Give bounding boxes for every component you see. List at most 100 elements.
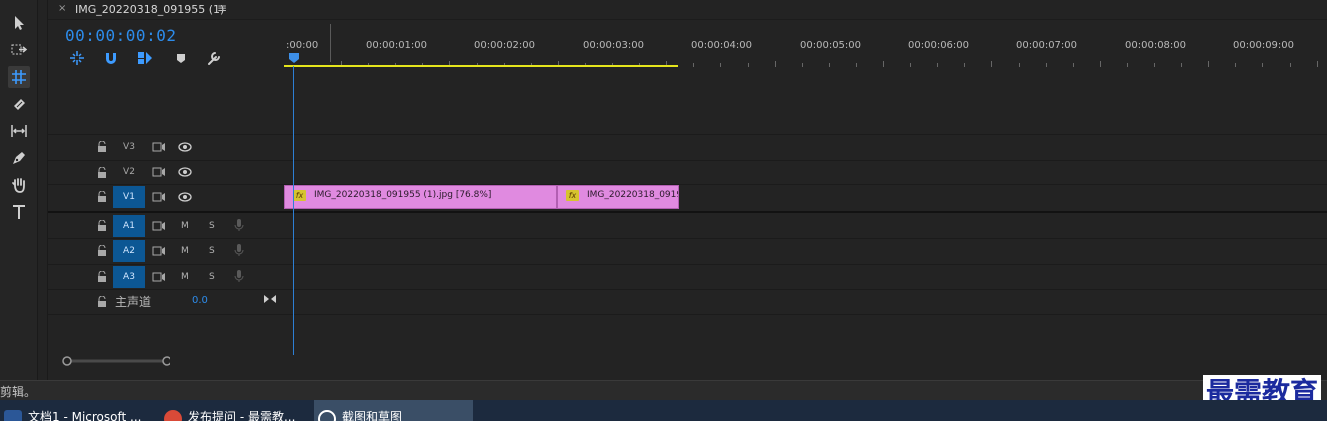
lock-icon[interactable] — [97, 296, 107, 307]
tab-menu-button[interactable]: ≡ — [217, 1, 227, 15]
ruler-tick — [883, 61, 884, 67]
lock-icon[interactable] — [97, 167, 107, 178]
razor-tool-icon[interactable] — [8, 93, 30, 115]
microphone-icon[interactable] — [232, 244, 246, 256]
track-name[interactable]: V3 — [113, 136, 145, 158]
ruler-tick — [693, 63, 695, 67]
word-icon — [4, 410, 22, 421]
eye-icon[interactable] — [178, 166, 192, 178]
ruler-tick — [1099, 61, 1101, 67]
ruler-label: 00:00:03:00 — [583, 40, 645, 51]
sync-lock-icon[interactable] — [152, 191, 166, 203]
status-text: 剪辑。 — [0, 385, 37, 399]
ruler-tick — [720, 63, 722, 67]
eye-icon[interactable] — [178, 141, 192, 153]
clip-1[interactable]: fx IMG_20220318_091955 (1).jpg [76.8%] — [284, 185, 557, 209]
ruler-label: 00:00:09:00 — [1233, 40, 1295, 51]
work-area-bar[interactable] — [284, 65, 678, 67]
lock-icon[interactable] — [97, 220, 107, 231]
ruler-label: 00:00:07:00 — [1016, 40, 1078, 51]
track-name[interactable]: V1 — [113, 186, 145, 208]
track-header-master: 主声道 0.0 — [48, 290, 284, 314]
track-header-v2: V2 — [48, 161, 284, 185]
track-name[interactable]: V2 — [113, 161, 145, 183]
ruler-tick — [1208, 61, 1210, 67]
playhead-line[interactable] — [293, 66, 294, 355]
track-header-v3: V3 — [48, 135, 284, 159]
ruler-tick — [774, 61, 776, 67]
taskbar-item-snip[interactable]: 截图和草图 — [314, 400, 473, 421]
track-select-forward-icon[interactable] — [8, 39, 30, 61]
windows-taskbar: 文档1 - Microsoft ... 发布提问 - 最需教... 截图和草图 — [0, 400, 1327, 421]
slip-tool-icon[interactable] — [8, 120, 30, 142]
microphone-icon[interactable] — [232, 270, 246, 282]
solo-button[interactable]: S — [209, 221, 215, 231]
tools-panel — [0, 0, 38, 380]
microphone-icon[interactable] — [232, 219, 246, 231]
add-marker-icon[interactable] — [172, 49, 190, 67]
lock-icon[interactable] — [97, 191, 107, 202]
time-ruler[interactable]: :00:00 00:00:01:00 00:00:02:00 00:00:03:… — [284, 21, 1327, 71]
track-name[interactable]: A1 — [113, 215, 145, 237]
ripple-edit-tool-icon[interactable] — [8, 66, 30, 88]
eye-icon[interactable] — [178, 191, 192, 203]
tab-close-button[interactable]: × — [58, 3, 66, 14]
track-divider — [48, 314, 1327, 315]
track-name[interactable]: A3 — [113, 266, 145, 288]
snap-magnet-icon[interactable] — [102, 49, 120, 67]
ruler-tick — [1072, 63, 1074, 67]
ruler-cursor-line — [330, 24, 331, 62]
mute-button[interactable]: M — [181, 272, 189, 282]
master-volume-value[interactable]: 0.0 — [192, 295, 208, 306]
playhead-handle[interactable] — [289, 53, 299, 63]
linked-selection-icon[interactable] — [136, 49, 154, 67]
timeline-panel: × IMG_20220318_091955 (1) ≡ 00:00:00:02 … — [47, 0, 1327, 380]
lock-icon[interactable] — [97, 141, 107, 152]
ruler-tick — [1018, 63, 1020, 67]
sync-lock-icon[interactable] — [152, 141, 166, 153]
master-track-label: 主声道 — [115, 295, 152, 309]
track-name[interactable]: A2 — [113, 240, 145, 262]
nest-sequence-icon[interactable] — [68, 49, 86, 67]
wrench-settings-icon[interactable] — [205, 49, 223, 67]
ruler-label: 00:00:05:00 — [800, 40, 862, 51]
ruler-tick — [991, 61, 993, 67]
clip-label: IMG_20220318_0919 — [587, 190, 679, 200]
type-tool-icon[interactable] — [8, 201, 30, 223]
mute-button[interactable]: M — [181, 221, 189, 231]
ruler-tick — [1316, 61, 1318, 67]
sequence-tab-title[interactable]: IMG_20220318_091955 (1) — [75, 3, 224, 16]
sync-lock-icon[interactable] — [152, 220, 166, 232]
go-to-end-icon[interactable] — [263, 293, 277, 305]
fx-badge-icon: fx — [566, 190, 579, 201]
ruler-label: 00:00:02:00 — [474, 40, 536, 51]
zoom-scrollbar[interactable] — [60, 356, 170, 366]
tracks-area: V3 V2 V1 fx IMG_20220318_091955 (1).jpg … — [48, 72, 1327, 356]
fx-badge-icon: fx — [293, 190, 306, 201]
ruler-tick — [801, 63, 803, 67]
lock-icon[interactable] — [97, 271, 107, 282]
solo-button[interactable]: S — [209, 246, 215, 256]
taskbar-item-chrome[interactable]: 发布提问 - 最需教... — [160, 400, 314, 421]
mute-button[interactable]: M — [181, 246, 189, 256]
ruler-tick — [964, 63, 966, 67]
sync-lock-icon[interactable] — [152, 166, 166, 178]
sync-lock-icon[interactable] — [152, 271, 166, 283]
ruler-tick — [1262, 63, 1264, 67]
clip-2[interactable]: fx IMG_20220318_0919 — [557, 185, 679, 209]
pen-tool-icon[interactable] — [8, 147, 30, 169]
ruler-tick — [1154, 63, 1155, 67]
hand-tool-icon[interactable] — [8, 174, 30, 196]
lock-icon[interactable] — [97, 245, 107, 256]
playhead-timecode[interactable]: 00:00:00:02 — [65, 26, 176, 45]
ruler-tick — [1181, 63, 1183, 67]
chrome-icon — [164, 410, 182, 421]
ruler-tick — [1126, 63, 1128, 67]
solo-button[interactable]: S — [209, 272, 215, 282]
sync-lock-icon[interactable] — [152, 245, 166, 257]
taskbar-item-word[interactable]: 文档1 - Microsoft ... — [0, 400, 160, 421]
clip-label: IMG_20220318_091955 (1).jpg [76.8%] — [314, 190, 492, 200]
selection-tool-icon[interactable] — [8, 12, 30, 34]
ruler-label: 00:00:04:00 — [691, 40, 753, 51]
timeline-tab[interactable]: × IMG_20220318_091955 (1) ≡ — [48, 0, 1327, 20]
